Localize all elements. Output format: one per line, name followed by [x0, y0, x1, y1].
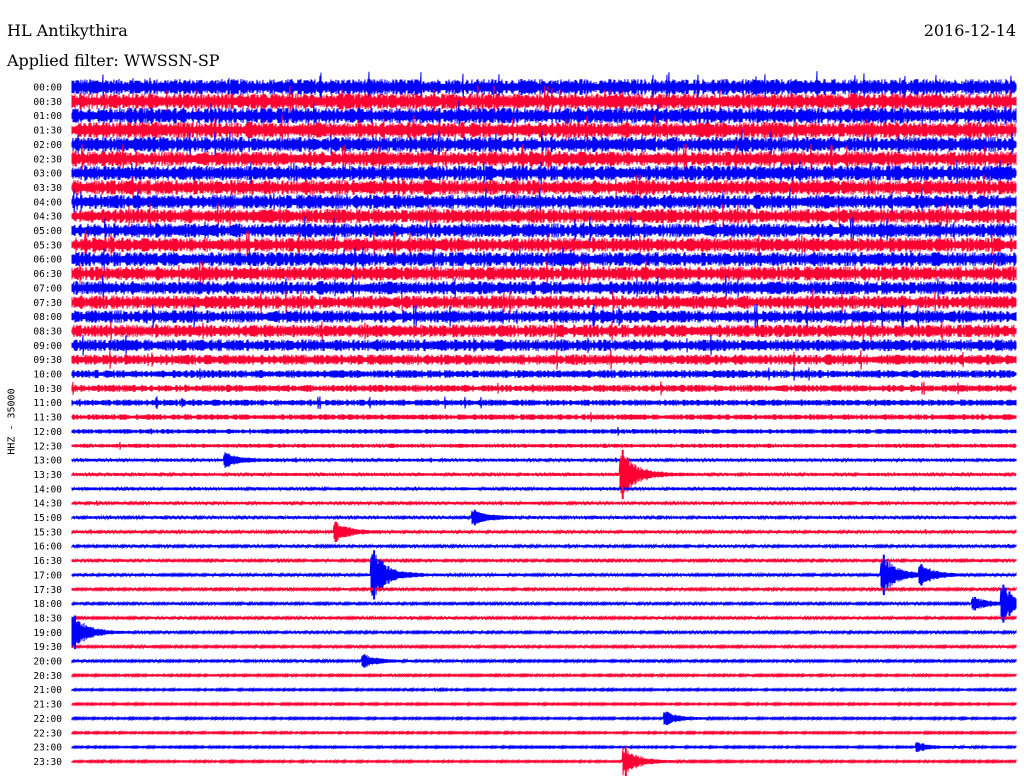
time-tick-label: 10:30 [33, 384, 62, 395]
seismic-trace [71, 349, 1017, 370]
time-tick-label: 09:30 [33, 355, 62, 366]
time-tick-label: 08:30 [33, 326, 62, 337]
time-tick-label: 01:00 [33, 111, 62, 122]
seismic-trace [71, 747, 1017, 776]
seismic-trace [71, 614, 1017, 622]
time-tick-label: 22:00 [33, 714, 62, 725]
time-tick-label: 16:00 [33, 542, 62, 553]
time-tick-label: 20:00 [33, 657, 62, 668]
time-tick-label: 23:00 [33, 743, 62, 754]
time-tick-label: 17:30 [33, 585, 62, 596]
seismic-trace [71, 320, 1017, 342]
time-tick-label: 16:30 [33, 556, 62, 567]
time-tick-label: 10:00 [33, 370, 62, 381]
seismic-trace [71, 585, 1017, 593]
time-tick-label: 05:30 [33, 240, 62, 251]
seismic-trace [71, 643, 1017, 650]
time-tick-label: 04:30 [33, 212, 62, 223]
time-tick-label: 13:00 [33, 456, 62, 467]
seismic-trace [71, 367, 1017, 381]
seismic-trace [71, 712, 1017, 725]
time-tick-label: 18:00 [33, 599, 62, 610]
time-tick-label: 14:30 [33, 499, 62, 510]
time-tick-label: 07:30 [33, 298, 62, 309]
seismic-trace [71, 381, 1017, 396]
seismic-trace [71, 485, 1017, 492]
seismic-trace [71, 521, 1017, 542]
seismic-trace [71, 686, 1017, 694]
time-tick-label: 21:00 [33, 685, 62, 696]
time-tick-label: 09:00 [33, 341, 62, 352]
time-tick-label: 05:00 [33, 226, 62, 237]
seismic-trace [71, 499, 1017, 507]
time-tick-label: 19:00 [33, 628, 62, 639]
time-tick-label: 06:30 [33, 269, 62, 280]
time-tick-label: 06:00 [33, 255, 62, 266]
time-tick-label: 17:00 [33, 570, 62, 581]
seismic-trace [71, 742, 1017, 753]
seismic-trace [71, 452, 1017, 468]
time-tick-label: 13:30 [33, 470, 62, 481]
time-tick-label: 02:30 [33, 154, 62, 165]
seismic-trace [71, 542, 1017, 550]
seismic-trace [71, 557, 1017, 564]
seismic-trace [71, 396, 1017, 410]
seismic-trace [71, 616, 1017, 648]
seismic-trace [71, 672, 1017, 679]
time-tick-label: 22:30 [33, 728, 62, 739]
seismic-trace [71, 427, 1017, 436]
time-tick-label: 11:30 [33, 413, 62, 424]
time-tick-label: 12:30 [33, 441, 62, 452]
time-tick-label: 03:00 [33, 169, 62, 180]
time-tick-label: 07:00 [33, 283, 62, 294]
seismic-trace [71, 655, 1017, 667]
seismic-trace [71, 510, 1017, 525]
time-tick-label: 02:00 [33, 140, 62, 151]
seismic-trace [71, 412, 1017, 422]
time-tick-label: 00:00 [33, 83, 62, 94]
time-tick-label: 15:00 [33, 513, 62, 524]
seismic-trace [71, 441, 1017, 450]
seismic-trace [71, 701, 1017, 708]
time-tick-label: 14:00 [33, 484, 62, 495]
time-tick-label: 03:30 [33, 183, 62, 194]
time-tick-label: 23:30 [33, 757, 62, 768]
time-tick-label: 12:00 [33, 427, 62, 438]
time-tick-label: 20:30 [33, 671, 62, 682]
seismic-trace [71, 729, 1017, 736]
time-tick-label: 21:30 [33, 700, 62, 711]
time-tick-label: 01:30 [33, 126, 62, 137]
time-tick-label: 19:30 [33, 642, 62, 653]
helicorder-plot: 00:00 00:30 01:00 01:30 02:00 02:30 03:00 03:30… [33, 71, 1017, 776]
time-tick-label: 15:30 [33, 527, 62, 538]
time-tick-label: 11:00 [33, 398, 62, 409]
time-tick-label: 08:00 [33, 312, 62, 323]
seismic-trace [71, 334, 1017, 356]
time-tick-label: 18:30 [33, 613, 62, 624]
time-tick-label: 04:00 [33, 197, 62, 208]
time-tick-label: 00:30 [33, 97, 62, 108]
